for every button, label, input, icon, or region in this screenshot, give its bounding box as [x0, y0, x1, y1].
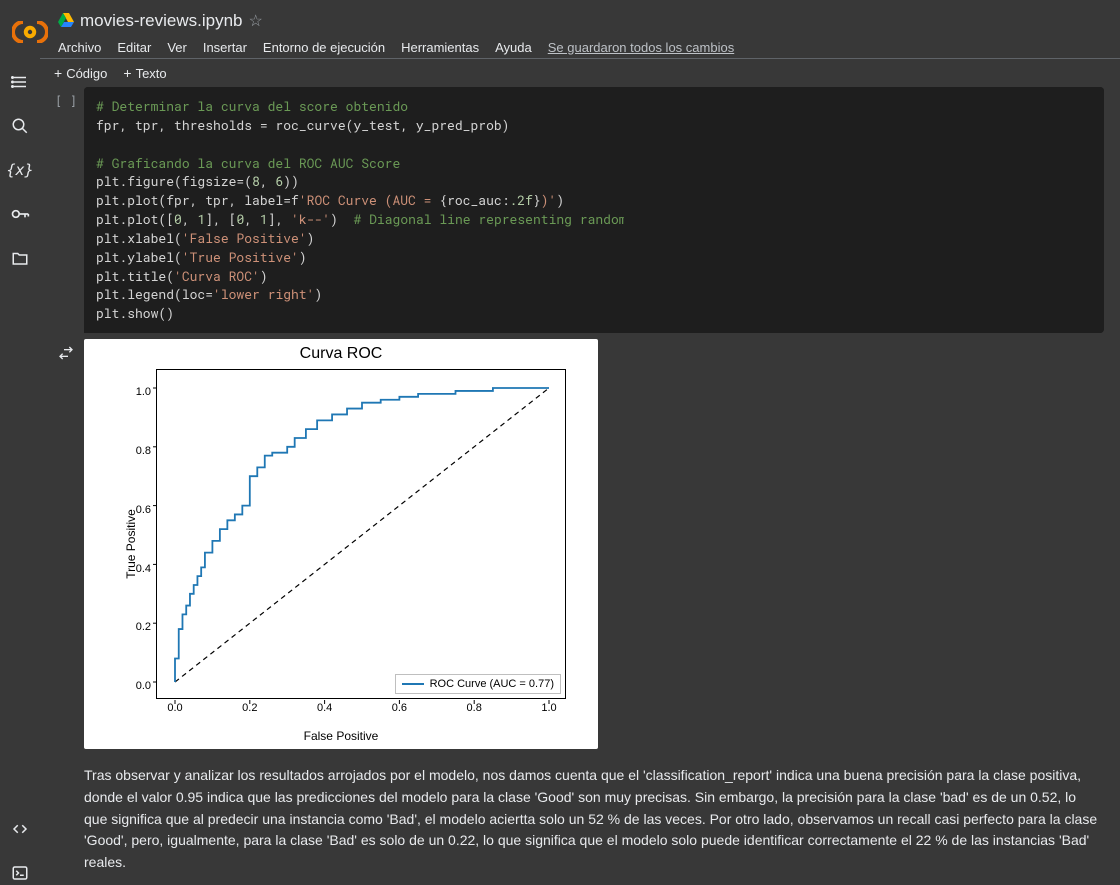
- x-tick: 0.8: [467, 702, 482, 714]
- save-status[interactable]: Se guardaron todos los cambios: [548, 40, 734, 55]
- y-tick: 0.4: [136, 563, 151, 575]
- menu-editar[interactable]: Editar: [117, 40, 151, 55]
- menu-ver[interactable]: Ver: [167, 40, 187, 55]
- menu-entorno[interactable]: Entorno de ejecución: [263, 40, 385, 55]
- menu-insertar[interactable]: Insertar: [203, 40, 247, 55]
- chart-xlabel: False Positive: [84, 729, 598, 743]
- chart-legend: ROC Curve (AUC = 0.77): [395, 674, 561, 694]
- secrets-icon[interactable]: [8, 202, 32, 226]
- y-tick: 1.0: [136, 386, 151, 398]
- roc-chart: Curva ROC True Positive False Positive R…: [84, 339, 598, 749]
- menu-bar: Archivo Editar Ver Insertar Entorno de e…: [58, 34, 1104, 60]
- x-tick: 1.0: [541, 702, 556, 714]
- toc-icon[interactable]: [8, 70, 32, 94]
- cell-exec-indicator[interactable]: [ ]: [55, 93, 77, 333]
- markdown-cell[interactable]: Tras observar y analizar los resultados …: [48, 765, 1104, 885]
- x-tick: 0.6: [392, 702, 407, 714]
- drive-icon: [58, 13, 74, 29]
- x-tick: 0.0: [167, 702, 182, 714]
- colab-logo[interactable]: [12, 14, 48, 50]
- variables-icon[interactable]: {x}: [8, 158, 32, 182]
- add-code-button[interactable]: +Código: [54, 65, 107, 81]
- chart-title: Curva ROC: [84, 345, 598, 363]
- search-icon[interactable]: [8, 114, 32, 138]
- y-tick: 0.6: [136, 504, 151, 516]
- file-name[interactable]: movies-reviews.ipynb: [80, 11, 243, 31]
- output-toggle-icon[interactable]: [58, 345, 74, 765]
- analysis-paragraph-1: Tras observar y analizar los resultados …: [84, 765, 1102, 873]
- menu-herramientas[interactable]: Herramientas: [401, 40, 479, 55]
- star-icon[interactable]: ☆: [249, 11, 263, 31]
- x-tick: 0.2: [242, 702, 257, 714]
- terminal-icon[interactable]: [8, 861, 32, 885]
- x-tick: 0.4: [317, 702, 332, 714]
- y-tick: 0.8: [136, 445, 151, 457]
- menu-archivo[interactable]: Archivo: [58, 40, 101, 55]
- code-cell[interactable]: # Determinar la curva del score obtenido…: [84, 87, 1104, 333]
- y-tick: 0.2: [136, 621, 151, 633]
- menu-ayuda[interactable]: Ayuda: [495, 40, 532, 55]
- add-text-button[interactable]: +Texto: [123, 65, 166, 81]
- code-snippets-icon[interactable]: [8, 817, 32, 841]
- y-tick: 0.0: [136, 680, 151, 692]
- files-icon[interactable]: [8, 246, 32, 270]
